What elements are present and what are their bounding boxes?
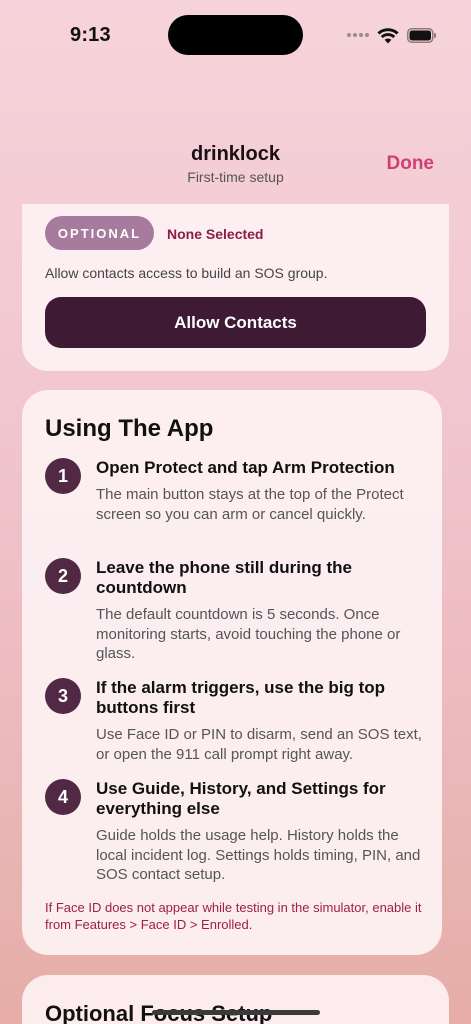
section-title: Using The App — [45, 415, 214, 442]
focus-setup-card: Optional Focus Setup — [22, 975, 449, 1024]
cellular-dots-icon — [347, 33, 369, 37]
simulator-note: If Face ID does not appear while testing… — [45, 900, 422, 932]
contacts-card: OPTIONAL None Selected Allow contacts ac… — [22, 204, 449, 371]
step-title: Leave the phone still during the countdo… — [96, 558, 352, 597]
optional-badge: OPTIONAL — [45, 216, 154, 250]
wifi-icon — [377, 27, 399, 44]
step-title: Use Guide, History, and Settings for eve… — [96, 779, 386, 818]
step-description: The default countdown is 5 seconds. Once… — [96, 606, 401, 662]
battery-icon — [407, 27, 437, 43]
status-icons — [347, 24, 437, 46]
contacts-selection-status: None Selected — [167, 226, 264, 242]
status-time: 9:13 — [70, 24, 111, 46]
step-number-badge: 4 — [45, 779, 81, 815]
step-title: Open Protect and tap Arm Protection — [96, 458, 395, 477]
dynamic-island — [168, 15, 303, 55]
step-number-badge: 3 — [45, 678, 81, 714]
step-description: The main button stays at the top of the … — [96, 486, 404, 523]
status-bar: 9:13 — [0, 0, 471, 70]
contacts-description: Allow contacts access to build an SOS gr… — [45, 265, 328, 281]
using-the-app-card: Using The App 1 Open Protect and tap Arm… — [22, 390, 442, 955]
step-title: If the alarm triggers, use the big top b… — [96, 678, 386, 717]
step-description: Use Face ID or PIN to disarm, send an SO… — [96, 726, 422, 763]
nav-bar: drinklock First-time setup Done — [0, 135, 471, 195]
step-description: Guide holds the usage help. History hold… — [96, 827, 421, 883]
step-number-badge: 1 — [45, 458, 81, 494]
done-button[interactable]: Done — [387, 153, 435, 175]
home-indicator[interactable] — [152, 1010, 320, 1015]
allow-contacts-button[interactable]: Allow Contacts — [45, 297, 426, 348]
step-number-badge: 2 — [45, 558, 81, 594]
